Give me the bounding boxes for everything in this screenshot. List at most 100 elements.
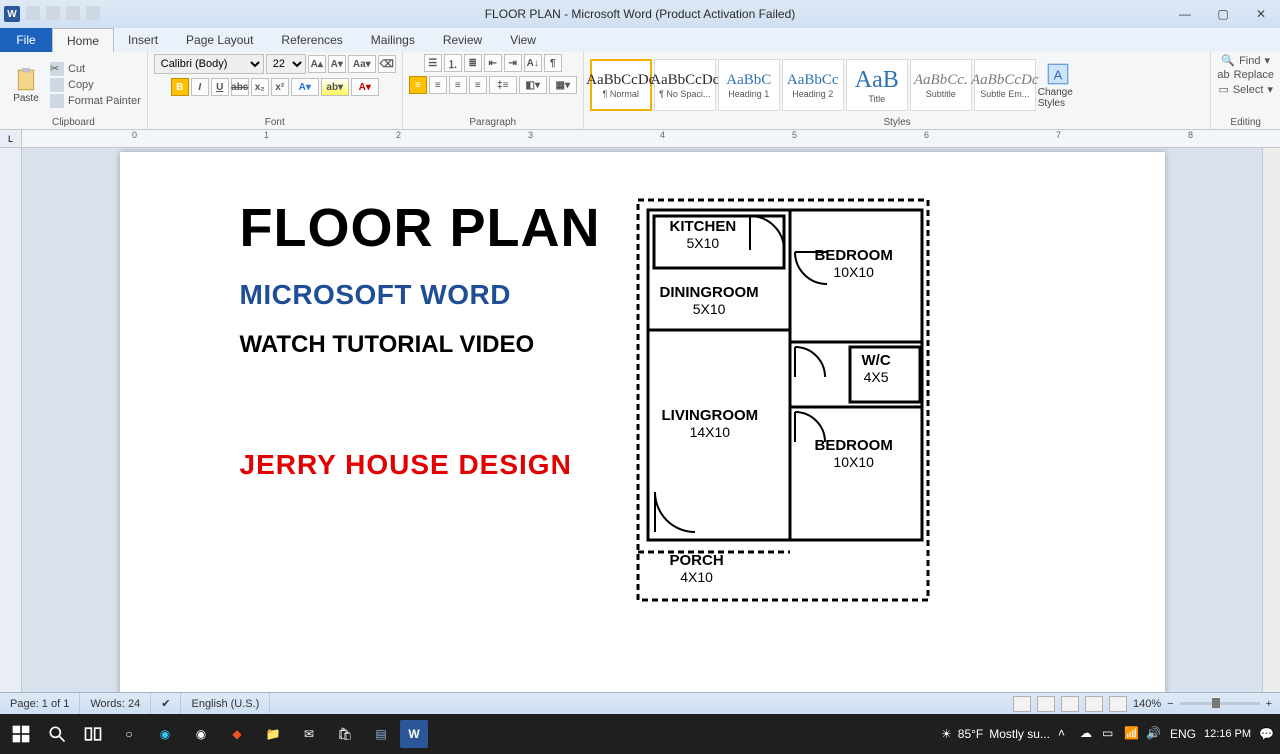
style-heading-2[interactable]: AaBbCcHeading 2	[782, 59, 844, 111]
qat-more-icon[interactable]	[86, 6, 100, 20]
select-button[interactable]: ▭Select ▾	[1218, 83, 1273, 96]
style-subtitle[interactable]: AaBbCc.Subtitle	[910, 59, 972, 111]
page[interactable]: FLOOR PLAN MICROSOFT WORD WATCH TUTORIAL…	[120, 152, 1165, 692]
line-spacing-button[interactable]: ‡≡	[489, 76, 517, 94]
taskbar-app-chrome[interactable]: ◉	[184, 714, 218, 754]
inc-indent-button[interactable]: ⇥	[504, 54, 522, 72]
dec-indent-button[interactable]: ⇤	[484, 54, 502, 72]
tray-volume-icon[interactable]: 🔊	[1146, 726, 1162, 742]
copy-button[interactable]: Copy	[50, 78, 141, 92]
status-language[interactable]: English (U.S.)	[181, 693, 270, 714]
tray-meet-icon[interactable]: ▭	[1102, 726, 1118, 742]
clear-formatting-button[interactable]: ⌫	[378, 55, 396, 73]
style-subtle-em-[interactable]: AaBbCcDcSubtle Em...	[974, 59, 1036, 111]
taskbar-app-mail[interactable]: ✉	[292, 714, 326, 754]
task-view-button[interactable]	[76, 714, 110, 754]
taskbar-app-edge[interactable]: ◉	[148, 714, 182, 754]
zoom-slider[interactable]	[1180, 702, 1260, 705]
align-right-button[interactable]: ≡	[449, 76, 467, 94]
minimize-button[interactable]: ―	[1166, 0, 1204, 28]
canvas[interactable]: FLOOR PLAN MICROSOFT WORD WATCH TUTORIAL…	[22, 148, 1262, 692]
change-case-button[interactable]: Aa▾	[348, 55, 376, 73]
format-painter-button[interactable]: Format Painter	[50, 94, 141, 108]
bold-button[interactable]: B	[171, 78, 189, 96]
save-icon[interactable]	[26, 6, 40, 20]
notifications-button[interactable]: 💬	[1259, 727, 1274, 741]
font-size-select[interactable]: 22	[266, 54, 306, 74]
change-styles-button[interactable]: A Change Styles	[1038, 57, 1078, 113]
undo-icon[interactable]	[46, 6, 60, 20]
zoom-label[interactable]: 140%	[1133, 698, 1161, 710]
style--no-spaci-[interactable]: AaBbCcDc¶ No Spaci...	[654, 59, 716, 111]
multilevel-button[interactable]: ≣	[464, 54, 482, 72]
system-tray[interactable]: ˄ ☁ ▭ 📶 🔊	[1058, 726, 1162, 742]
replace-button[interactable]: abReplace	[1217, 69, 1274, 81]
align-center-button[interactable]: ≡	[429, 76, 447, 94]
doc-title[interactable]: FLOOR PLAN	[240, 197, 601, 259]
align-left-button[interactable]: ≡	[409, 76, 427, 94]
taskbar-app-explorer[interactable]: 📁	[256, 714, 290, 754]
borders-button[interactable]: ▦▾	[549, 76, 577, 94]
find-button[interactable]: 🔍Find ▾	[1221, 54, 1270, 67]
tray-chevron-icon[interactable]: ˄	[1058, 726, 1074, 742]
grow-font-button[interactable]: A▴	[308, 55, 326, 73]
show-marks-button[interactable]: ¶	[544, 54, 562, 72]
taskbar-app-vba[interactable]: ▤	[364, 714, 398, 754]
view-web-button[interactable]	[1061, 696, 1079, 712]
vertical-ruler[interactable]	[0, 148, 22, 692]
floor-plan-diagram[interactable]: KITCHEN5X10 DININGROOM5X10 LIVINGROOM14X…	[630, 192, 940, 615]
highlight-button[interactable]: ab▾	[321, 78, 349, 96]
close-button[interactable]: ✕	[1242, 0, 1280, 28]
view-print-layout-button[interactable]	[1013, 696, 1031, 712]
tab-file[interactable]: File	[0, 28, 52, 52]
style-heading-1[interactable]: AaBbCHeading 1	[718, 59, 780, 111]
taskbar-app-brave[interactable]: ◆	[220, 714, 254, 754]
paste-button[interactable]: Paste	[6, 57, 46, 113]
taskbar-language[interactable]: ENG	[1170, 727, 1196, 741]
sort-button[interactable]: A↓	[524, 54, 542, 72]
doc-subtitle-2[interactable]: WATCH TUTORIAL VIDEO	[240, 331, 601, 359]
status-words[interactable]: Words: 24	[80, 693, 151, 714]
tab-review[interactable]: Review	[429, 28, 496, 52]
vertical-scrollbar[interactable]	[1262, 148, 1280, 692]
tab-insert[interactable]: Insert	[114, 28, 172, 52]
style--normal[interactable]: AaBbCcDc¶ Normal	[590, 59, 652, 111]
search-button[interactable]	[40, 714, 74, 754]
text-effects-button[interactable]: A▾	[291, 78, 319, 96]
italic-button[interactable]: I	[191, 78, 209, 96]
justify-button[interactable]: ≡	[469, 76, 487, 94]
tab-mailings[interactable]: Mailings	[357, 28, 429, 52]
maximize-button[interactable]: ▢	[1204, 0, 1242, 28]
view-draft-button[interactable]	[1109, 696, 1127, 712]
doc-author[interactable]: JERRY HOUSE DESIGN	[240, 449, 601, 481]
redo-icon[interactable]	[66, 6, 80, 20]
style-title[interactable]: AaBTitle	[846, 59, 908, 111]
shrink-font-button[interactable]: A▾	[328, 55, 346, 73]
tab-page-layout[interactable]: Page Layout	[172, 28, 267, 52]
status-proof[interactable]: ✔	[151, 693, 181, 714]
subscript-button[interactable]: x₂	[251, 78, 269, 96]
shading-button[interactable]: ◧▾	[519, 76, 547, 94]
taskbar-app-word[interactable]: W	[400, 720, 428, 748]
strikethrough-button[interactable]: abc	[231, 78, 249, 96]
tray-network-icon[interactable]: 📶	[1124, 726, 1140, 742]
horizontal-ruler[interactable]: 012345678	[22, 130, 1280, 147]
tab-references[interactable]: References	[267, 28, 356, 52]
superscript-button[interactable]: x²	[271, 78, 289, 96]
start-button[interactable]	[4, 714, 38, 754]
underline-button[interactable]: U	[211, 78, 229, 96]
taskbar-weather[interactable]: ☀ 85°F Mostly su...	[941, 727, 1050, 741]
status-page[interactable]: Page: 1 of 1	[0, 693, 80, 714]
cut-button[interactable]: ✂Cut	[50, 62, 141, 76]
font-color-button[interactable]: A▾	[351, 78, 379, 96]
taskbar-clock[interactable]: 12:16 PM	[1204, 728, 1251, 740]
view-outline-button[interactable]	[1085, 696, 1103, 712]
tab-view[interactable]: View	[496, 28, 550, 52]
numbering-button[interactable]: ⒈	[444, 54, 462, 72]
tray-onedrive-icon[interactable]: ☁	[1080, 726, 1096, 742]
bullets-button[interactable]: ☰	[424, 54, 442, 72]
zoom-out-button[interactable]: −	[1167, 698, 1173, 710]
view-fullscreen-button[interactable]	[1037, 696, 1055, 712]
zoom-in-button[interactable]: +	[1266, 698, 1272, 710]
doc-subtitle-1[interactable]: MICROSOFT WORD	[240, 279, 601, 311]
